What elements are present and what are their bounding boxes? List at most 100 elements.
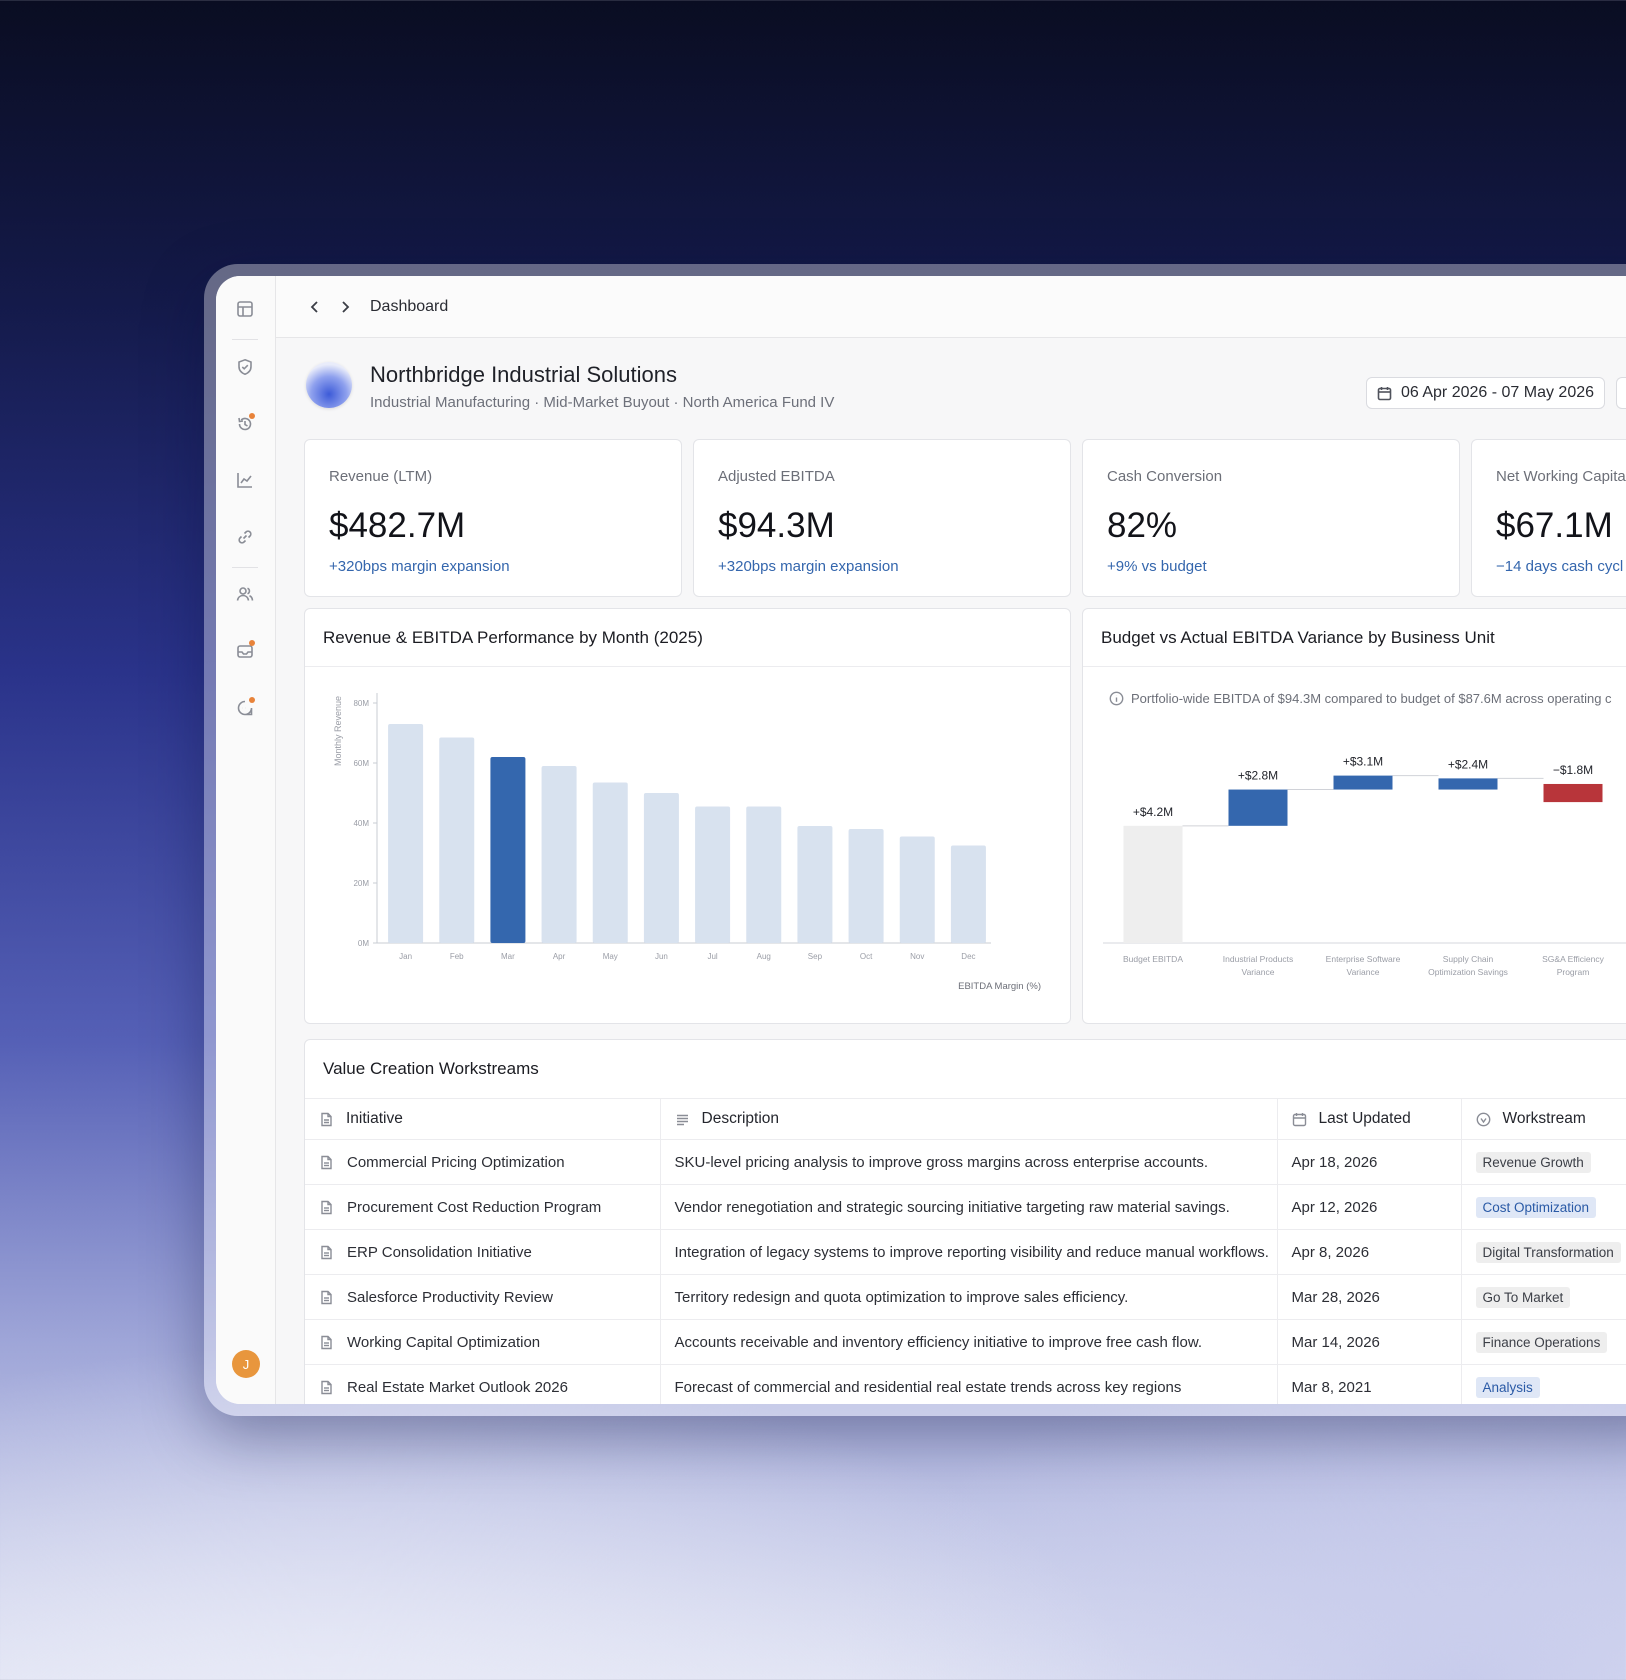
document-icon	[321, 1155, 332, 1169]
initiative-cell[interactable]: Working Capital Optimization	[305, 1319, 660, 1365]
kpi-delta: −14 days cash cycl	[1496, 558, 1624, 575]
document-icon	[321, 1335, 332, 1349]
initiative-name: Working Capital Optimization	[347, 1333, 541, 1351]
kpi-label: Revenue (LTM)	[329, 468, 433, 485]
last-updated-cell: Mar 14, 2026	[1276, 1319, 1461, 1365]
workstream-cell: Analysis	[1460, 1364, 1626, 1404]
text-lines-icon	[676, 1114, 688, 1125]
column-label: Last Updated	[1318, 1110, 1411, 1127]
line-chart-icon[interactable]	[234, 469, 256, 491]
kpi-card-revenue: Revenue (LTM) $482.7M +320bps margin exp…	[304, 439, 682, 597]
workstream-tag[interactable]: Cost Optimization	[1475, 1196, 1597, 1218]
history-icon[interactable]	[234, 413, 256, 435]
table-row[interactable]: Real Estate Market Outlook 2026 Forecast …	[305, 1364, 1626, 1404]
column-label: Workstream	[1502, 1110, 1586, 1127]
chat-icon[interactable]	[234, 697, 256, 719]
user-avatar[interactable]: J	[232, 1350, 260, 1378]
bar	[848, 829, 884, 943]
column-header-workstream[interactable]: Workstream	[1460, 1098, 1626, 1140]
description-cell: Vendor renegotiation and strategic sourc…	[659, 1184, 1277, 1230]
x-tick-label: Jun	[655, 952, 668, 961]
filter-button[interactable]	[1616, 377, 1626, 409]
last-updated-text: Apr 18, 2026	[1291, 1153, 1378, 1171]
workstreams-panel: Value Creation Workstreams Initiative De…	[304, 1039, 1626, 1404]
kpi-value: $94.3M	[718, 506, 835, 545]
description-cell: SKU-level pricing analysis to improve gr…	[659, 1139, 1277, 1185]
initiative-cell[interactable]: Salesforce Productivity Review	[305, 1274, 660, 1320]
x-tick-label: Jul	[707, 952, 717, 961]
last-updated-text: Mar 14, 2026	[1291, 1333, 1380, 1351]
x-tick-label: Oct	[860, 952, 873, 961]
date-range-picker[interactable]: 06 Apr 2026 - 07 May 2026	[1366, 377, 1606, 409]
workstream-tag[interactable]: Analysis	[1475, 1376, 1540, 1398]
bar	[643, 793, 679, 943]
x-tick-label: Dec	[961, 952, 975, 961]
forward-arrow-icon[interactable]	[334, 296, 356, 318]
bar	[746, 806, 782, 943]
table-row[interactable]: Salesforce Productivity Review Territory …	[305, 1274, 1626, 1320]
kpi-value: $67.1M	[1496, 506, 1613, 545]
kpi-delta: +320bps margin expansion	[718, 558, 899, 575]
last-updated-cell: Mar 8, 2021	[1276, 1364, 1461, 1404]
bar-value-label: +$3.1M	[1343, 755, 1383, 769]
breadcrumb[interactable]: Dashboard	[370, 298, 448, 316]
table-row[interactable]: ERP Consolidation Initiative Integration …	[305, 1229, 1626, 1275]
bar	[592, 782, 628, 943]
kpi-value: 82%	[1107, 506, 1178, 545]
last-updated-cell: Apr 8, 2026	[1276, 1229, 1461, 1275]
table-header-row: Initiative Description Last Updated Work…	[305, 1098, 1626, 1140]
kpi-delta: +9% vs budget	[1107, 558, 1207, 575]
waterfall-bar	[1228, 789, 1288, 826]
x-tick-label: Aug	[757, 952, 771, 961]
initiative-cell[interactable]: Procurement Cost Reduction Program	[305, 1184, 660, 1230]
description-text: Accounts receivable and inventory effici…	[674, 1333, 1203, 1351]
bar	[899, 836, 935, 943]
variance-chart-panel: Budget vs Actual EBITDA Variance by Busi…	[1082, 608, 1626, 1024]
description-text: Forecast of commercial and residential r…	[674, 1378, 1182, 1396]
inbox-icon[interactable]	[234, 640, 256, 662]
variance-note: Portfolio-wide EBITDA of $94.3M compared…	[1109, 691, 1612, 706]
description-cell: Territory redesign and quota optimizatio…	[659, 1274, 1277, 1320]
users-icon[interactable]	[234, 583, 256, 605]
column-label: Description	[701, 1110, 780, 1127]
initiative-cell[interactable]: Commercial Pricing Optimization	[305, 1139, 660, 1185]
workstream-tag[interactable]: Finance Operations	[1475, 1331, 1608, 1353]
initiative-cell[interactable]: Real Estate Market Outlook 2026	[305, 1364, 660, 1404]
table-row[interactable]: Commercial Pricing Optimization SKU-level…	[305, 1139, 1626, 1185]
description-text: Vendor renegotiation and strategic sourc…	[674, 1198, 1230, 1216]
tag-circle-icon	[1476, 1112, 1490, 1126]
bar-value-label: +$2.4M	[1448, 757, 1488, 771]
x-tick-label: Sep	[808, 952, 823, 961]
x-tick-label: Feb	[450, 952, 464, 961]
kpi-card-cash-conversion: Cash Conversion 82% +9% vs budget	[1082, 439, 1460, 597]
bar	[439, 737, 475, 943]
description-text: Territory redesign and quota optimizatio…	[674, 1288, 1129, 1306]
workstream-tag[interactable]: Revenue Growth	[1475, 1151, 1591, 1173]
back-arrow-icon[interactable]	[304, 296, 326, 318]
table-row[interactable]: Procurement Cost Reduction Program Vendor…	[305, 1184, 1626, 1230]
column-header-description[interactable]: Description	[659, 1098, 1277, 1140]
column-label: Initiative	[346, 1110, 403, 1127]
initiative-cell[interactable]: ERP Consolidation Initiative	[305, 1229, 660, 1275]
description-text: SKU-level pricing analysis to improve gr…	[674, 1153, 1209, 1171]
description-cell: Forecast of commercial and residential r…	[659, 1364, 1277, 1404]
panel-title: Budget vs Actual EBITDA Variance by Busi…	[1083, 609, 1626, 667]
column-header-last-updated[interactable]: Last Updated	[1276, 1098, 1461, 1140]
waterfall-bar	[1543, 783, 1603, 803]
table-row[interactable]: Working Capital Optimization Accounts rec…	[305, 1319, 1626, 1365]
link-icon[interactable]	[234, 526, 256, 548]
last-updated-text: Apr 12, 2026	[1291, 1198, 1378, 1216]
bar	[797, 826, 833, 943]
column-header-initiative[interactable]: Initiative	[305, 1098, 660, 1140]
initiative-name: Procurement Cost Reduction Program	[347, 1198, 602, 1216]
workstream-tag[interactable]: Go To Market	[1475, 1286, 1571, 1308]
layout-icon[interactable]	[234, 298, 256, 320]
x-tick-label: Budget EBITDA	[1123, 954, 1183, 964]
x-tick-label: Industrial Products	[1223, 954, 1293, 964]
variance-note-text: Portfolio-wide EBITDA of $94.3M compared…	[1131, 691, 1612, 706]
shield-check-icon[interactable]	[234, 356, 256, 378]
last-updated-cell: Mar 28, 2026	[1276, 1274, 1461, 1320]
workstream-cell: Cost Optimization	[1460, 1184, 1626, 1230]
y-tick-label: 0M	[358, 939, 369, 948]
workstream-tag[interactable]: Digital Transformation	[1475, 1241, 1621, 1263]
